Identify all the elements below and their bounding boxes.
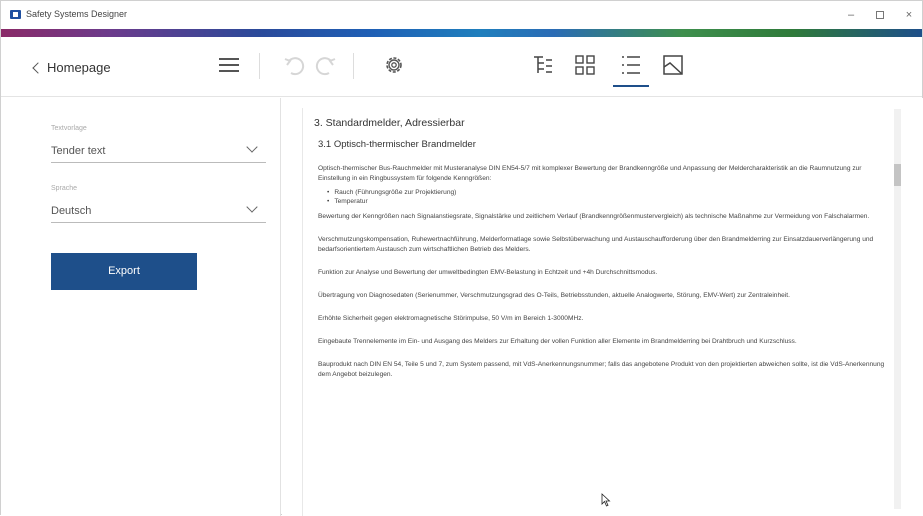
subsection-heading: 3.1 Optisch-thermischer Brandmelder [318, 139, 476, 150]
section-heading: 3. Standardmelder, Adressierbar [314, 117, 465, 129]
active-view-indicator [613, 85, 649, 87]
language-select-value: Deutsch [51, 205, 92, 217]
template-select-label: Textvorlage [51, 125, 87, 132]
language-select-label: Sprache [51, 185, 78, 192]
close-button[interactable]: × [894, 6, 923, 24]
bullet-item: Temperatur [334, 197, 888, 206]
gear-icon[interactable] [383, 54, 405, 76]
paragraph: Funktion zur Analyse und Bewertung der u… [318, 269, 658, 276]
undo-icon[interactable] [281, 53, 309, 77]
tree-view-icon[interactable] [531, 53, 555, 77]
document-preview: 3. Standardmelder, Adressierbar 3.1 Opti… [302, 108, 898, 516]
chevron-down-icon [246, 201, 258, 213]
back-button[interactable]: Homepage [32, 60, 111, 75]
paragraph: Bewertung der Kenngrößen nach Signalanst… [318, 213, 870, 220]
mouse-cursor-icon [601, 493, 611, 507]
chevron-left-icon [32, 61, 44, 74]
title-bar: Safety Systems Designer – × [1, 1, 922, 29]
paragraph: Eingebaute Trennelemente im Ein- und Aus… [318, 338, 797, 345]
list-view-icon[interactable] [619, 53, 643, 77]
bullet-item: Rauch (Führungsgröße zur Projektierung) [334, 188, 888, 197]
maximize-button[interactable] [865, 6, 895, 24]
template-select[interactable]: Textvorlage Tender text [51, 125, 266, 163]
back-label: Homepage [47, 60, 111, 75]
window-title: Safety Systems Designer [26, 9, 128, 19]
app-window: Safety Systems Designer – × Homepage Tex… [0, 0, 923, 516]
image-view-icon[interactable] [661, 53, 685, 77]
paragraph: Bauprodukt nach DIN EN 54, Teile 5 und 7… [318, 361, 885, 378]
app-logo-icon [10, 10, 21, 19]
document-area: 3. Standardmelder, Adressierbar 3.1 Opti… [282, 98, 923, 516]
redo-icon[interactable] [311, 53, 339, 77]
export-button[interactable]: Export [51, 253, 197, 290]
paragraph: Optisch-thermischer Bus-Rauchmelder mit … [318, 165, 862, 182]
sidebar: Textvorlage Tender text Sprache Deutsch … [1, 98, 281, 516]
document-scrollbar[interactable] [894, 109, 901, 509]
brand-color-band [1, 29, 922, 37]
minimize-button[interactable]: – [836, 6, 866, 24]
scrollbar-thumb[interactable] [894, 164, 901, 186]
paragraph: Übertragung von Diagnosedaten (Serienumm… [318, 292, 790, 299]
paragraph: Verschmutzungskompensation, Ruhewertnach… [318, 236, 874, 253]
chevron-down-icon [246, 141, 258, 153]
maximize-icon [876, 11, 884, 20]
language-select[interactable]: Sprache Deutsch [51, 185, 266, 223]
menu-icon[interactable] [219, 57, 239, 73]
bullet-list: Rauch (Führungsgröße zur Projektierung) … [314, 188, 888, 206]
toolbar: Homepage [1, 37, 922, 97]
template-select-value: Tender text [51, 145, 106, 157]
toolbar-divider [259, 53, 260, 79]
paragraph: Erhöhte Sicherheit gegen elektromagnetis… [318, 315, 584, 322]
grid-view-icon[interactable] [573, 53, 597, 77]
toolbar-divider [353, 53, 354, 79]
